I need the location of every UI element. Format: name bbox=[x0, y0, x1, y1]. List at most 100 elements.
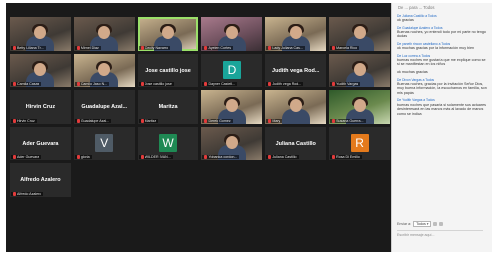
participant-tile[interactable]: Mirnel Diaz bbox=[73, 17, 135, 51]
participant-tile[interactable]: Hirvin Cruz Hirvin Cruz bbox=[10, 90, 71, 124]
muted-mic-icon bbox=[268, 155, 272, 159]
participant-tile[interactable]: Yobanka cordon... bbox=[201, 126, 263, 160]
muted-mic-icon bbox=[204, 118, 208, 123]
participant-name: Alfredo Azalero bbox=[17, 191, 42, 196]
participant-label: Camila Casas bbox=[11, 82, 42, 86]
file-icon[interactable] bbox=[433, 222, 438, 226]
participant-name: WILDER IVAN... bbox=[144, 155, 171, 159]
participant-name: Camilo Jaso N... bbox=[80, 82, 108, 86]
muted-mic-icon bbox=[13, 191, 16, 196]
participant-label: Camilo Jaso N... bbox=[74, 82, 110, 86]
participant-name: Camila Casas bbox=[17, 82, 40, 86]
participant-tile[interactable]: Mary bbox=[265, 90, 327, 124]
chat-message: De Juliana Castillo a Todos ok gracias bbox=[397, 14, 487, 23]
participant-tile[interactable]: Jose castillo jose Jose castillo jose bbox=[137, 53, 199, 87]
participant-tile[interactable]: Lady Juliana Cas... bbox=[265, 17, 327, 51]
participant-label: Dayner Castell... bbox=[202, 82, 238, 86]
participant-tile[interactable]: Camilo Jaso N... bbox=[73, 53, 135, 87]
send-to-label: Enviar a: bbox=[397, 222, 412, 226]
participant-label: WILDER IVAN... bbox=[138, 155, 173, 159]
chat-text: buenas noches que pasaria si solamente s… bbox=[397, 102, 486, 116]
chat-message: De Yudith Vargas a Todos buenas noches qu… bbox=[397, 98, 487, 116]
participant-tile[interactable]: Juliana Castillo Juliana Castillo bbox=[265, 126, 327, 160]
participant-video bbox=[353, 99, 366, 113]
participant-center-name: Jose castillo jose bbox=[145, 67, 191, 74]
participant-label: Guadalupe Azal... bbox=[74, 118, 112, 123]
participant-name: Susana Guerra... bbox=[336, 118, 364, 123]
participant-label: Ayelen Cortes bbox=[202, 45, 233, 50]
participant-name: Marcela Rico bbox=[336, 45, 358, 50]
participant-label: Susana Guerra... bbox=[330, 118, 366, 123]
more-icon[interactable] bbox=[439, 222, 444, 226]
participant-label: Betty Liliana Tr... bbox=[11, 45, 46, 50]
participant-tile[interactable]: D Dayner Castell... bbox=[201, 53, 263, 87]
participant-tile[interactable]: Ayelen Cortes bbox=[201, 17, 263, 51]
participant-tile[interactable]: Betty Liliana Tr... bbox=[10, 17, 71, 51]
participant-center-name: Maritza bbox=[158, 104, 178, 111]
chat-message: De Luz correa a Todos buenas noches me gu… bbox=[397, 54, 487, 67]
participant-tile[interactable]: Ader Guevara Ader Guevara bbox=[10, 126, 71, 160]
participant-tile[interactable]: Susana Guerra... bbox=[329, 90, 390, 124]
participant-tile[interactable]: Yudith Vargas bbox=[329, 53, 390, 87]
muted-mic-icon bbox=[204, 155, 208, 159]
participant-name: Cecily Navarro bbox=[144, 45, 169, 50]
muted-mic-icon bbox=[268, 82, 272, 86]
muted-mic-icon bbox=[13, 118, 16, 123]
participant-label: gloria bbox=[74, 155, 92, 159]
muted-mic-icon bbox=[13, 155, 16, 159]
participant-label: Derek Gomez bbox=[202, 118, 233, 123]
participant-tile[interactable]: R Rosa Di Emilio bbox=[329, 126, 390, 160]
muted-mic-icon bbox=[332, 82, 336, 86]
participant-avatar: D bbox=[222, 60, 241, 79]
muted-mic-icon bbox=[332, 45, 336, 50]
chat-text: ok muchas gracias por la información muy… bbox=[397, 46, 475, 51]
chat-text: Buenas noches, yo entendí todo por mi pa… bbox=[397, 29, 486, 39]
chat-text: ok muchas gracias bbox=[397, 69, 428, 74]
participant-name: Juliana Castillo bbox=[272, 155, 297, 159]
participant-tile[interactable]: Cecily Navarro bbox=[137, 17, 199, 51]
message-input[interactable] bbox=[397, 230, 483, 238]
zoom-meeting-window: Betty Liliana Tr... Mirnel Diaz Cecily Nav… bbox=[6, 3, 492, 252]
participant-tile[interactable]: Guadalupe Azal... Guadalupe Azal... bbox=[73, 90, 135, 124]
participant-tile[interactable]: Alfredo Azalero Alfredo Azalero bbox=[10, 163, 71, 197]
participant-label: Hirvin Cruz bbox=[11, 118, 37, 123]
participant-tile[interactable]: Vgloria bbox=[73, 126, 135, 160]
participant-name: Maritza bbox=[144, 118, 157, 123]
participant-tile[interactable]: Judith vega Rod... Judith vega Rod... bbox=[265, 53, 327, 87]
participant-video bbox=[353, 62, 366, 76]
participant-label: Mary bbox=[266, 118, 283, 123]
muted-mic-icon bbox=[332, 155, 336, 159]
muted-mic-icon bbox=[140, 82, 144, 86]
muted-mic-icon bbox=[140, 155, 144, 159]
participant-tile[interactable]: Camila Casas bbox=[10, 53, 71, 87]
chat-text: buenas noches me gustaría que me expliqu… bbox=[397, 57, 486, 67]
participant-name: Dayner Castell... bbox=[208, 82, 236, 86]
chat-message-list[interactable]: De Juliana Castillo a Todos ok gracias De … bbox=[397, 14, 487, 119]
participant-name: Hirvin Cruz bbox=[17, 118, 35, 123]
participant-label: Yobanka cordon... bbox=[202, 155, 240, 159]
gallery-grid: Betty Liliana Tr... Mirnel Diaz Cecily Nav… bbox=[10, 17, 390, 233]
participant-tile[interactable]: Marcela Rico bbox=[329, 17, 390, 51]
recipient-dropdown[interactable]: Todos ▾ bbox=[413, 221, 432, 227]
participant-label: Judith vega Rod... bbox=[266, 82, 304, 86]
participant-tile[interactable]: Maritza Maritza bbox=[137, 90, 199, 124]
participant-tile[interactable]: W WILDER IVAN... bbox=[137, 126, 199, 160]
participant-name: Judith vega Rod... bbox=[272, 82, 302, 86]
participant-label: Marcela Rico bbox=[330, 45, 360, 50]
participant-name: Jose castillo jose bbox=[144, 82, 172, 86]
participant-label: Juliana Castillo bbox=[266, 155, 299, 159]
chat-text: ok gracias bbox=[397, 18, 414, 23]
participant-label: Lady Juliana Cas... bbox=[266, 45, 305, 50]
participant-center-name: Judith vega Rod... bbox=[272, 67, 320, 74]
photo-frame: Betty Liliana Tr... Mirnel Diaz Cecily Nav… bbox=[0, 0, 496, 258]
muted-mic-icon bbox=[140, 118, 144, 123]
chat-message: De Guadalupe Azalero a Todos Buenas noche… bbox=[397, 26, 487, 39]
participant-label: Mirnel Diaz bbox=[74, 45, 101, 50]
participant-center-name: Guadalupe Azal... bbox=[81, 104, 128, 111]
muted-mic-icon bbox=[332, 118, 336, 123]
send-to-row: Enviar a: Todos ▾ bbox=[397, 221, 487, 227]
chat-message: ok muchas gracias bbox=[397, 70, 487, 75]
participant-video bbox=[353, 26, 366, 40]
participant-name: Ayelen Cortes bbox=[208, 45, 231, 50]
participant-tile[interactable]: Derek Gomez bbox=[201, 90, 263, 124]
